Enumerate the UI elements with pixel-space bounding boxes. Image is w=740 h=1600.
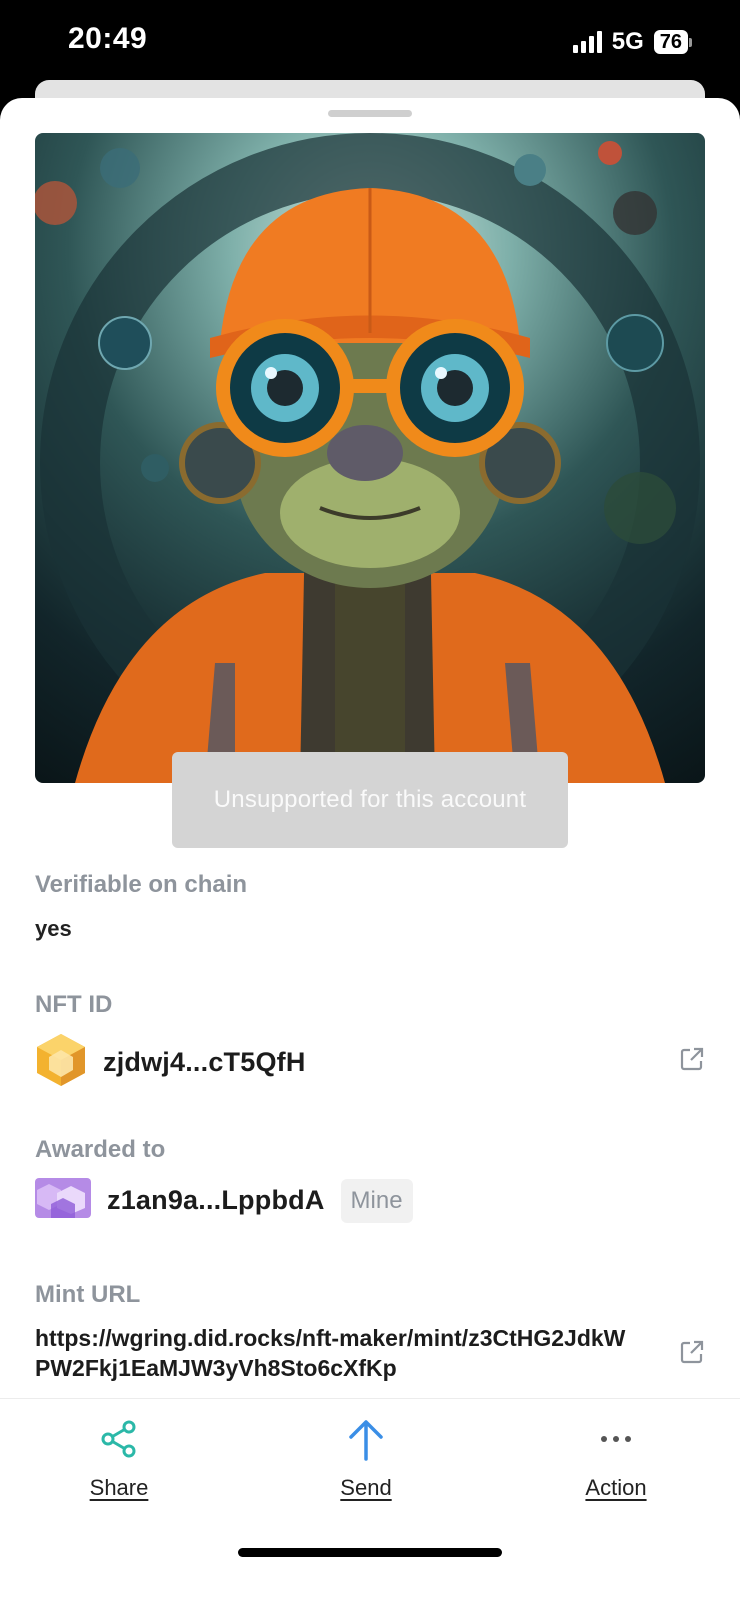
- share-button[interactable]: Share: [49, 1415, 189, 1501]
- nft-id-label: NFT ID: [35, 991, 113, 1018]
- more-dots-icon: [546, 1415, 686, 1463]
- nft-artwork-image[interactable]: [35, 133, 705, 783]
- sheet-grabber[interactable]: [328, 110, 412, 117]
- mine-badge: Mine: [340, 1178, 413, 1223]
- bottom-action-bar: Share Send Action: [0, 1398, 740, 1600]
- mint-url-external-link-icon[interactable]: [679, 1339, 705, 1365]
- awarded-to-row[interactable]: z1an9a...LppbdA Mine: [35, 1178, 413, 1223]
- arrow-up-icon: [296, 1415, 436, 1463]
- status-bar: 20:49 5G 76: [0, 0, 740, 84]
- share-label: Share: [89, 1475, 149, 1500]
- verifiable-label: Verifiable on chain: [35, 871, 248, 898]
- nft-hexagon-icon: [35, 1032, 87, 1093]
- status-time: 20:49: [68, 22, 148, 55]
- mint-url-value[interactable]: https://wgring.did.rocks/nft-maker/mint/…: [35, 1323, 635, 1383]
- awarded-to-label: Awarded to: [35, 1136, 166, 1163]
- wallet-avatar-icon: [35, 1178, 91, 1223]
- action-menu-button[interactable]: Action: [546, 1415, 686, 1501]
- send-button[interactable]: Send: [296, 1415, 436, 1501]
- cellular-signal-icon: [572, 31, 602, 53]
- status-indicators: 5G 76: [572, 28, 692, 56]
- home-indicator[interactable]: [238, 1548, 502, 1557]
- nft-id-row[interactable]: zjdwj4...cT5QfH: [35, 1032, 306, 1093]
- verifiable-value: yes: [35, 916, 72, 941]
- mint-url-label: Mint URL: [35, 1281, 141, 1308]
- network-type: 5G: [611, 28, 644, 55]
- unsupported-toast: Unsupported for this account: [172, 752, 568, 848]
- nft-detail-sheet: Unsupported for this account Verifiable …: [0, 98, 740, 1600]
- battery-icon: 76: [653, 30, 692, 54]
- battery-level: 76: [653, 30, 688, 54]
- external-link-icon[interactable]: [679, 1046, 705, 1072]
- send-label: Send: [340, 1475, 392, 1500]
- nft-id-value: zjdwj4...cT5QfH: [103, 1047, 306, 1077]
- share-icon: [49, 1415, 189, 1463]
- awarded-to-value: z1an9a...LppbdA: [107, 1185, 325, 1215]
- action-label: Action: [585, 1475, 647, 1500]
